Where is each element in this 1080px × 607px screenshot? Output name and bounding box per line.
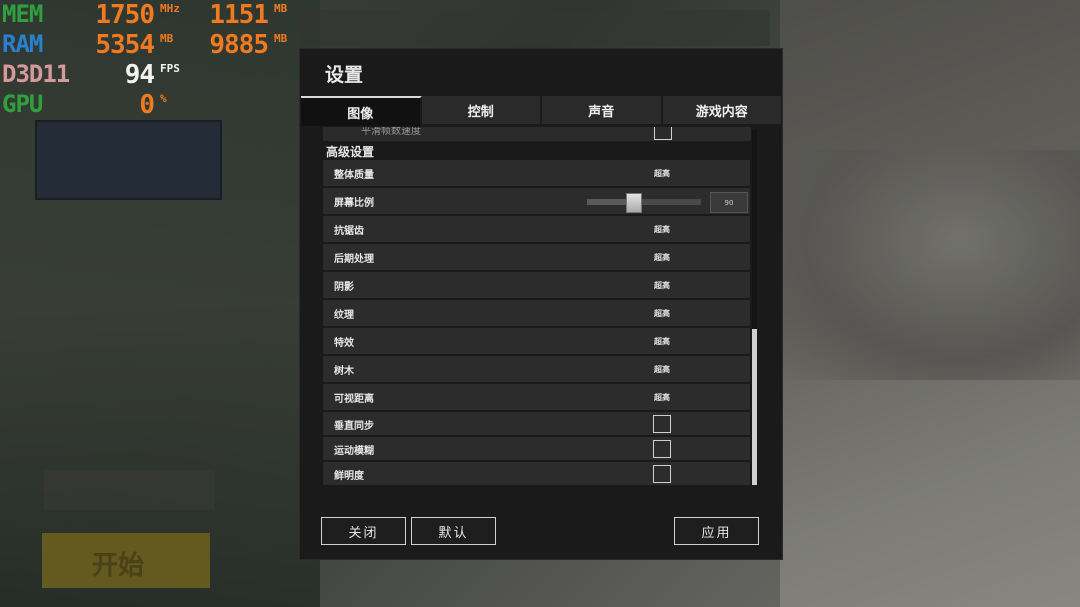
settings-row-foliage[interactable]: 树木 超高 xyxy=(323,356,750,384)
row-value[interactable]: 超高 xyxy=(654,364,670,375)
row-label: 鲜明度 xyxy=(334,471,364,482)
row-value[interactable]: 超高 xyxy=(654,308,670,319)
overlay-ram-unit2: MB xyxy=(274,32,288,45)
settings-row-effects[interactable]: 特效 超高 xyxy=(323,328,750,356)
slider-fill xyxy=(587,199,626,205)
partial-row-checkbox[interactable] xyxy=(654,127,672,140)
section-title-advanced: 高级设置 xyxy=(326,145,375,159)
screen-scale-value-box[interactable]: 90 xyxy=(710,192,748,213)
overlay-d3d-unit1: FPS xyxy=(160,62,180,75)
dialog-title: 设置 xyxy=(325,64,364,86)
row-label: 后期处理 xyxy=(334,254,374,265)
settings-row-motion-blur: 运动模糊 xyxy=(323,437,750,462)
overlay-gpu-unit1: % xyxy=(160,92,167,105)
row-value[interactable]: 超高 xyxy=(654,280,670,291)
settings-content: 平滑帧数速度 高级设置 整体质量 超高 屏幕比例 90 抗锯齿 超高 后期处理 … xyxy=(323,127,757,487)
row-label: 树木 xyxy=(334,366,354,377)
slider-thumb[interactable] xyxy=(626,193,642,213)
overlay-gpu-value1: 0 xyxy=(139,90,155,120)
overlay-mem-value2: 1151 xyxy=(209,0,269,30)
tab-gameplay[interactable]: 游戏内容 xyxy=(662,96,781,124)
row-value[interactable]: 超高 xyxy=(654,168,670,179)
overlay-ram-value1: 5354 xyxy=(95,30,155,60)
settings-row-partial: 平滑帧数速度 xyxy=(323,127,751,141)
settings-tabs: 图像 控制 声音 游戏内容 xyxy=(301,96,781,126)
tab-graphics[interactable]: 图像 xyxy=(301,96,422,126)
settings-row-screen-scale: 屏幕比例 90 xyxy=(323,188,750,216)
row-label: 可视距离 xyxy=(334,394,374,405)
scrollbar-thumb[interactable] xyxy=(752,329,757,485)
settings-dialog: 设置 图像 控制 声音 游戏内容 平滑帧数速度 高级设置 整体质量 超高 屏幕比… xyxy=(299,48,783,560)
row-label: 屏幕比例 xyxy=(334,198,374,209)
row-label: 整体质量 xyxy=(334,170,374,181)
partial-row-label: 平滑帧数速度 xyxy=(361,127,421,137)
row-label: 特效 xyxy=(334,338,354,349)
row-value[interactable]: 超高 xyxy=(654,224,670,235)
tab-controls[interactable]: 控制 xyxy=(421,96,542,124)
row-value[interactable]: 超高 xyxy=(654,252,670,263)
overlay-mem-unit2: MB xyxy=(274,2,288,15)
row-label: 运动模糊 xyxy=(334,446,374,457)
settings-row-antialiasing[interactable]: 抗锯齿 超高 xyxy=(323,216,750,244)
settings-row-post-processing[interactable]: 后期处理 超高 xyxy=(323,244,750,272)
settings-row-shadows[interactable]: 阴影 超高 xyxy=(323,272,750,300)
vsync-checkbox[interactable] xyxy=(653,415,671,433)
row-label: 抗锯齿 xyxy=(334,226,364,237)
row-value[interactable]: 超高 xyxy=(654,336,670,347)
motion-blur-checkbox[interactable] xyxy=(653,440,671,458)
settings-row-vsync: 垂直同步 xyxy=(323,412,750,437)
apply-button[interactable]: 应用 xyxy=(674,517,759,545)
settings-row-view-distance[interactable]: 可视距离 超高 xyxy=(323,384,750,412)
sharpness-checkbox[interactable] xyxy=(653,465,671,483)
close-button[interactable]: 关闭 xyxy=(321,517,406,545)
tab-sound[interactable]: 声音 xyxy=(542,96,663,124)
overlay-d3d-value1: 94 xyxy=(124,60,155,90)
row-value[interactable]: 超高 xyxy=(654,392,670,403)
overlay-mem-value1: 1750 xyxy=(95,0,155,30)
settings-scrollbar[interactable] xyxy=(752,129,757,485)
row-label: 阴影 xyxy=(334,282,354,293)
screen-scale-slider[interactable] xyxy=(587,193,701,213)
row-label: 纹理 xyxy=(334,310,354,321)
settings-row-sharpness: 鲜明度 xyxy=(323,462,750,487)
row-label: 垂直同步 xyxy=(334,421,374,432)
overlay-ram-value2: 9885 xyxy=(209,30,269,60)
default-button[interactable]: 默认 xyxy=(411,517,496,545)
settings-row-overall-quality[interactable]: 整体质量 超高 xyxy=(323,160,750,188)
settings-row-textures[interactable]: 纹理 超高 xyxy=(323,300,750,328)
